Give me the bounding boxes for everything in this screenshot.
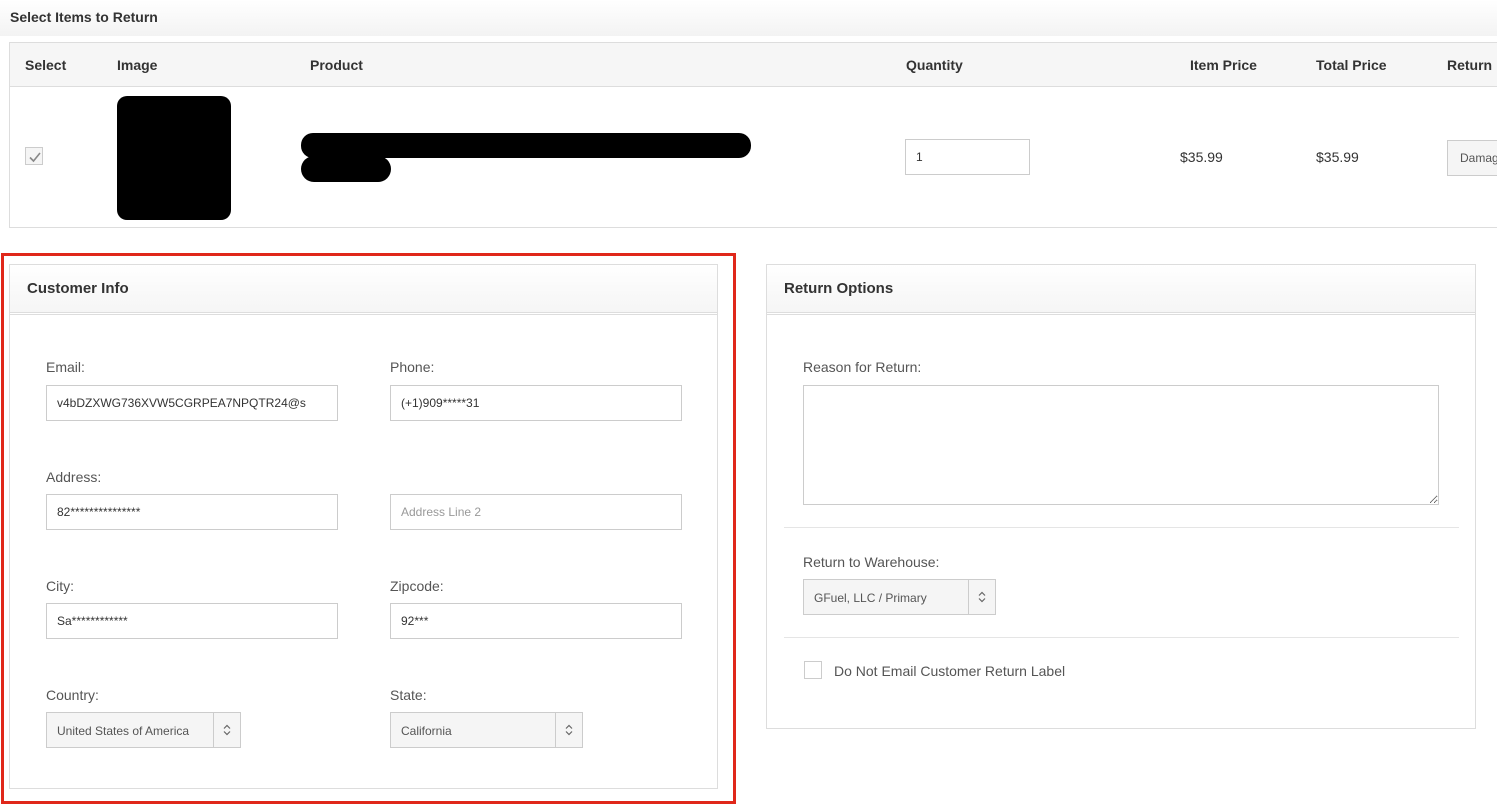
zipcode-field[interactable] xyxy=(390,603,682,639)
divider xyxy=(784,637,1459,638)
warehouse-select[interactable]: GFuel, LLC / Primary xyxy=(803,579,996,615)
phone-label: Phone: xyxy=(390,359,435,375)
warehouse-select-value: GFuel, LLC / Primary xyxy=(814,591,927,605)
address-line2-field[interactable] xyxy=(390,494,682,530)
country-select-value: United States of America xyxy=(57,724,190,738)
column-header-total-price: Total Price xyxy=(1316,57,1387,73)
email-label: Email: xyxy=(46,359,85,375)
city-label: City: xyxy=(46,578,74,594)
total-price: $35.99 xyxy=(1316,149,1359,165)
divider xyxy=(784,527,1459,528)
column-header-image: Image xyxy=(117,57,158,73)
return-options-title: Return Options xyxy=(767,265,1475,313)
product-name-redacted xyxy=(301,133,751,158)
table-row: $35.99 $35.99 Damag xyxy=(10,88,1497,227)
quantity-input[interactable] xyxy=(905,139,1030,175)
phone-field[interactable] xyxy=(390,385,682,421)
section-title: Select Items to Return xyxy=(0,0,1497,36)
table-header: Select Image Product Quantity Item Price… xyxy=(10,43,1497,87)
select-arrows-icon xyxy=(978,591,986,603)
select-arrows-icon xyxy=(565,724,573,736)
state-label: State: xyxy=(390,687,427,703)
product-image-redacted xyxy=(117,96,231,220)
address-field[interactable] xyxy=(46,494,338,530)
customer-info-title: Customer Info xyxy=(10,265,717,313)
select-divider xyxy=(555,713,556,747)
return-items-table: Select Image Product Quantity Item Price… xyxy=(9,42,1497,228)
return-options-body: Reason for Return: Return to Warehouse: … xyxy=(767,314,1475,729)
select-divider xyxy=(968,580,969,614)
country-label: Country: xyxy=(46,687,99,703)
column-header-select: Select xyxy=(25,57,67,73)
address-label: Address: xyxy=(46,469,102,485)
no-email-label[interactable]: Do Not Email Customer Return Label xyxy=(834,663,1065,679)
return-page: Select Items to Return Select Image Prod… xyxy=(0,0,1497,811)
select-divider xyxy=(213,713,214,747)
country-select[interactable]: United States of America xyxy=(46,712,241,748)
customer-info-body: Email: Phone: Address: City: Zipcode: Co… xyxy=(10,314,717,789)
zipcode-label: Zipcode: xyxy=(390,578,444,594)
customer-info-panel: Customer Info Email: Phone: Address: Cit… xyxy=(9,264,718,789)
no-email-checkbox[interactable] xyxy=(804,661,822,679)
reason-textarea[interactable] xyxy=(803,385,1439,505)
column-header-return-reason: Return xyxy=(1447,57,1493,73)
item-select-checkbox[interactable] xyxy=(25,147,43,165)
product-sku-redacted xyxy=(301,156,391,182)
select-arrows-icon xyxy=(223,724,231,736)
email-field[interactable] xyxy=(46,385,338,421)
item-price: $35.99 xyxy=(1180,149,1223,165)
city-field[interactable] xyxy=(46,603,338,639)
reason-label: Reason for Return: xyxy=(803,359,922,375)
state-select-value: California xyxy=(401,724,452,738)
return-options-panel: Return Options Reason for Return: Return… xyxy=(766,264,1476,729)
state-select[interactable]: California xyxy=(390,712,583,748)
warehouse-label: Return to Warehouse: xyxy=(803,554,940,570)
return-reason-select[interactable]: Damag xyxy=(1447,140,1497,176)
column-header-quantity: Quantity xyxy=(906,57,963,73)
checkmark-icon xyxy=(29,152,41,163)
column-header-product: Product xyxy=(310,57,363,73)
column-header-item-price: Item Price xyxy=(1190,57,1257,73)
